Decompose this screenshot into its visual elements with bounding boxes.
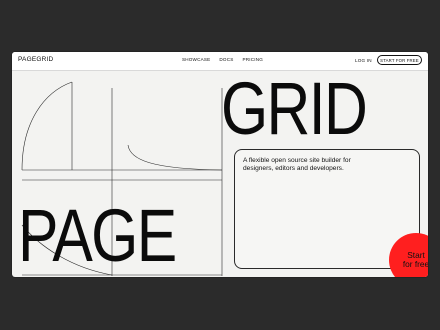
start-for-free-button[interactable]: START FOR FREE bbox=[377, 55, 422, 65]
headline-page: PAGE bbox=[18, 194, 177, 277]
nav-pricing-link[interactable]: PRICING bbox=[242, 57, 263, 62]
grid-arc-right bbox=[127, 144, 223, 171]
nav-docs-link[interactable]: DOCS bbox=[219, 57, 233, 62]
brand-logo[interactable]: PAGEGRID bbox=[18, 56, 53, 63]
cta-line-2: for free bbox=[402, 259, 428, 269]
login-link[interactable]: LOG IN bbox=[355, 58, 372, 63]
browser-window: PAGEGRID SHOWCASE DOCS PRICING LOG IN ST… bbox=[12, 52, 428, 277]
headline-grid: GRID bbox=[221, 67, 368, 150]
nav-links: SHOWCASE DOCS PRICING bbox=[182, 57, 263, 62]
hero-section: GRID PAGE A flexible open source site bu… bbox=[12, 70, 428, 277]
grid-arc-left bbox=[21, 81, 73, 171]
nav-showcase-link[interactable]: SHOWCASE bbox=[182, 57, 210, 62]
hero-description: A flexible open source site builder for … bbox=[243, 157, 351, 173]
